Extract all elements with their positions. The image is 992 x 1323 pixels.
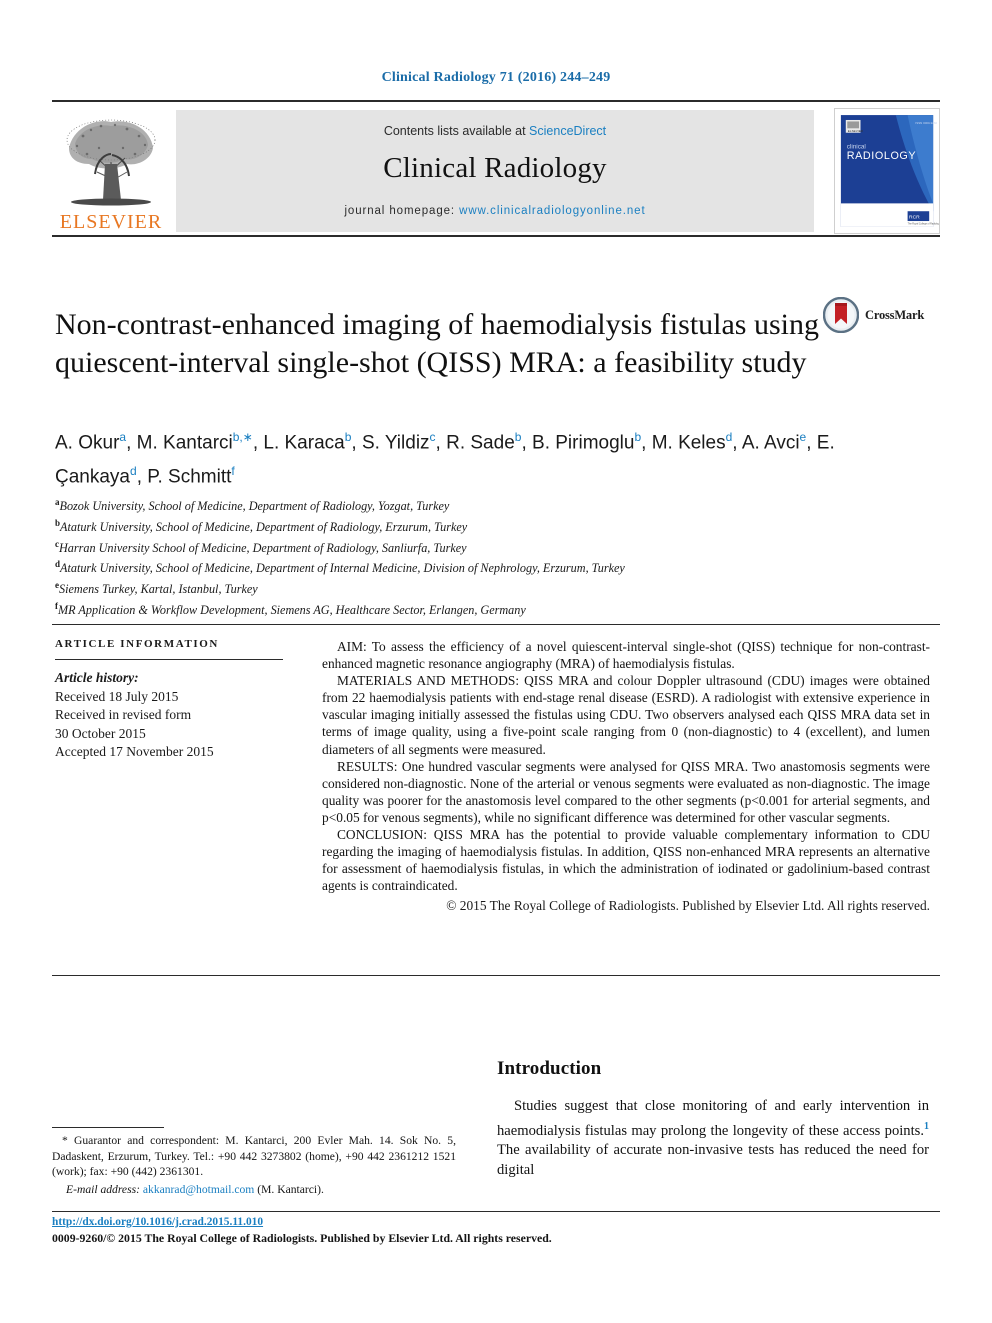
affiliation-list: aBozok University, School of Medicine, D…: [55, 494, 935, 619]
affiliation-item: dAtaturk University, School of Medicine,…: [55, 556, 935, 577]
journal-article-page: Clinical Radiology 71 (2016) 244–249 ELS…: [0, 0, 992, 1323]
affiliation-text: Siemens Turkey, Kartal, Istanbul, Turkey: [59, 582, 258, 597]
correspondence-note: * Guarantor and correspondent: M. Kantar…: [52, 1134, 456, 1179]
author-name: M. Kantarci: [136, 432, 233, 454]
author-name: L. Karaca: [263, 432, 345, 454]
author-separator: ,: [435, 432, 447, 454]
author-name: A. Okur: [55, 432, 120, 454]
author-name: A. Avci: [741, 432, 800, 454]
author-affiliation-marker[interactable]: b,∗: [233, 430, 253, 444]
author-list: A. Okura, M. Kantarcib,∗, L. Karacab, S.…: [55, 423, 855, 492]
journal-homepage-line: journal homepage: www.clinicalradiologyo…: [176, 205, 814, 217]
author-separator: ,: [732, 432, 742, 454]
journal-cover-thumbnail[interactable]: ELSEVIER ISSN 0009-9260 clinical RADIOLO…: [834, 108, 940, 234]
affiliation-text: MR Application & Workflow Development, S…: [58, 602, 526, 617]
author-separator: ,: [351, 432, 362, 454]
email-suffix: (M. Kantarci).: [254, 1182, 324, 1196]
elsevier-logo: ELSEVIER: [52, 112, 170, 234]
sciencedirect-link[interactable]: ScienceDirect: [529, 124, 606, 138]
svg-text:The Royal College of Radiologi: The Royal College of Radiologists: [908, 222, 939, 225]
crossmark-icon: [823, 297, 859, 333]
abstract-copyright: © 2015 The Royal College of Radiologists…: [446, 898, 930, 914]
author-separator: ,: [806, 432, 817, 454]
intro-text-part2: The availability of accurate non-invasiv…: [497, 1142, 929, 1178]
title-block: Non-contrast-enhanced imaging of haemodi…: [55, 286, 845, 402]
author-name: R. Sade: [446, 432, 515, 454]
author-separator: ,: [521, 432, 533, 454]
intro-text-part1: Studies suggest that close monitoring of…: [497, 1098, 929, 1139]
page-title: Non-contrast-enhanced imaging of haemodi…: [55, 308, 819, 380]
issn-copyright-line: 0009-9260/© 2015 The Royal College of Ra…: [52, 1231, 552, 1245]
affiliation-item: cHarran University School of Medicine, D…: [55, 536, 935, 557]
divider-below-abstract: [52, 975, 940, 976]
author-separator: ,: [136, 466, 148, 488]
svg-text:RCR: RCR: [909, 215, 920, 221]
author-name: B. Pirimoglu: [532, 432, 635, 454]
section-heading-introduction: Introduction: [497, 1058, 602, 1079]
svg-text:ISSN 0009-9260: ISSN 0009-9260: [915, 121, 937, 125]
affiliation-text: Bozok University, School of Medicine, De…: [59, 499, 450, 514]
abstract-aim: AIM: To assess the efficiency of a novel…: [322, 639, 930, 672]
introduction-paragraph: Studies suggest that close monitoring of…: [497, 1097, 929, 1180]
masthead-center-panel: Contents lists available at ScienceDirec…: [176, 110, 814, 232]
affiliation-text: Ataturk University, School of Medicine, …: [60, 561, 625, 576]
crossmark-label: CrossMark: [865, 307, 925, 322]
author-separator: ,: [252, 432, 264, 454]
footnote-divider: [52, 1127, 164, 1128]
elsevier-wordmark: ELSEVIER: [59, 211, 163, 233]
footnote-block: * Guarantor and correspondent: M. Kantar…: [52, 1133, 456, 1197]
abstract-conclusion: CONCLUSION: QISS MRA has the potential t…: [322, 827, 930, 894]
journal-title: Clinical Radiology: [383, 152, 607, 184]
contents-prefix: Contents lists available at: [383, 124, 530, 138]
author-separator: ,: [126, 432, 137, 454]
affiliation-item: aBozok University, School of Medicine, D…: [55, 494, 935, 515]
crossmark-badge[interactable]: CrossMark: [823, 294, 941, 336]
article-information-divider: [55, 659, 283, 660]
article-information-block: ARTICLE INFORMATION Article history: Rec…: [55, 638, 293, 762]
author-name: M. Keles: [651, 432, 726, 454]
author-name: P. Schmitt: [147, 466, 232, 488]
running-head: Clinical Radiology 71 (2016) 244–249: [381, 70, 611, 85]
citation-ref-1[interactable]: 1: [924, 1121, 929, 1132]
svg-text:RADIOLOGY: RADIOLOGY: [847, 150, 916, 162]
affiliation-text: Ataturk University, School of Medicine, …: [60, 519, 468, 534]
abstract-materials-methods: MATERIALS AND METHODS: QISS MRA and colo…: [322, 673, 930, 757]
journal-homepage-link[interactable]: www.clinicalradiologyonline.net: [459, 205, 645, 217]
elsevier-tree-icon: [66, 119, 156, 206]
article-history-label: Article history:: [55, 670, 139, 685]
journal-cover-image: ELSEVIER ISSN 0009-9260 clinical RADIOLO…: [835, 109, 939, 233]
author-separator: ,: [641, 432, 652, 454]
footer-divider: [52, 1211, 940, 1212]
abstract-results: RESULTS: One hundred vascular segments w…: [322, 758, 930, 825]
email-link[interactable]: akkanrad@hotmail.com: [143, 1183, 254, 1196]
email-note: E-mail address: akkanrad@hotmail.com (M.…: [52, 1182, 456, 1198]
article-history-item: Received in revised form: [55, 707, 192, 722]
svg-text:ELSEVIER: ELSEVIER: [848, 129, 864, 133]
homepage-prefix: journal homepage:: [344, 205, 460, 217]
affiliation-text: Harran University School of Medicine, De…: [59, 540, 467, 555]
affiliation-item: fMR Application & Workflow Development, …: [55, 598, 935, 619]
author-affiliation-marker[interactable]: d: [130, 464, 137, 478]
email-label: E-mail address:: [66, 1182, 140, 1196]
article-information-heading: ARTICLE INFORMATION: [55, 638, 219, 650]
journal-masthead: ELSEVIER Contents lists available at Sci…: [52, 100, 940, 237]
doi-link[interactable]: http://dx.doi.org/10.1016/j.crad.2015.11…: [52, 1216, 263, 1228]
author-affiliation-marker[interactable]: f: [231, 464, 234, 478]
article-history-lines: Received 18 July 2015 Received in revised…: [55, 688, 293, 762]
contents-list-line: Contents lists available at ScienceDirec…: [176, 110, 814, 138]
affiliation-item: bAtaturk University, School of Medicine,…: [55, 515, 935, 536]
right-column-body: Introduction Studies suggest that close …: [497, 995, 929, 1180]
article-history-item: 30 October 2015: [55, 725, 146, 741]
article-history-item: Received 18 July 2015: [55, 688, 179, 704]
author-name: S. Yildiz: [361, 432, 430, 454]
abstract-block: AIM: To assess the efficiency of a novel…: [322, 638, 930, 915]
divider-above-abstract: [52, 624, 940, 625]
article-history-item: Accepted 17 November 2015: [55, 744, 214, 759]
affiliation-item: eSiemens Turkey, Kartal, Istanbul, Turke…: [55, 577, 935, 598]
